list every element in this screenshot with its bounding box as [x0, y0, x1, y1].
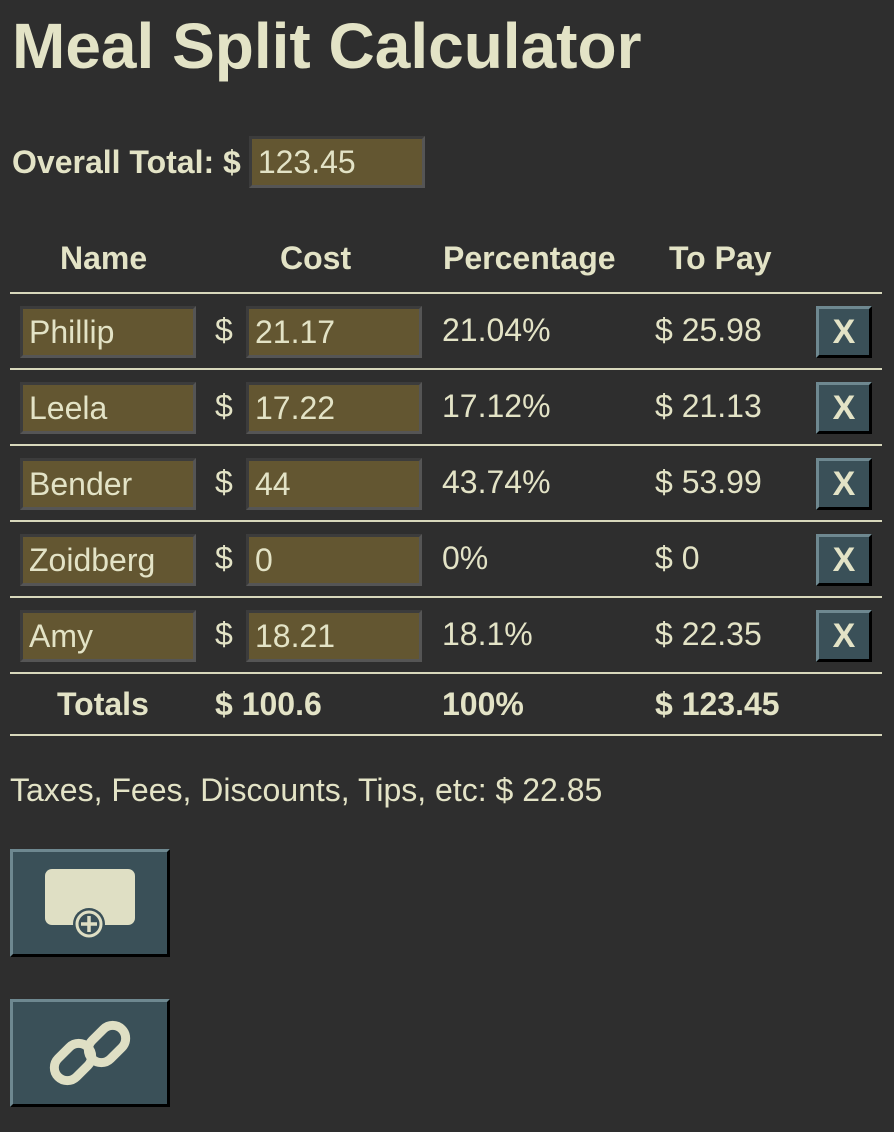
person-cost-input[interactable] [246, 382, 422, 434]
person-to-pay: $ 0 [655, 540, 700, 576]
person-to-pay: $ 25.98 [655, 312, 762, 348]
person-to-pay: $ 21.13 [655, 388, 762, 424]
totals-row: Totals $ 100.6 100% $ 123.45 [10, 674, 882, 736]
person-cost-input[interactable] [246, 458, 422, 510]
split-table: Name Cost Percentage To Pay $ 21.04% $ 2… [10, 230, 882, 736]
overall-total: Overall Total: $ [12, 136, 425, 188]
person-name-input[interactable] [20, 382, 196, 434]
person-to-pay: $ 22.35 [655, 616, 762, 652]
cost-currency: $ [215, 540, 233, 576]
extras-summary: Taxes, Fees, Discounts, Tips, etc: $ 22.… [10, 772, 603, 808]
table-header: Name Cost Percentage To Pay [10, 230, 882, 294]
table-row: $ 0% $ 0 X [10, 522, 882, 598]
overall-total-input[interactable] [248, 136, 425, 188]
person-name-input[interactable] [20, 534, 196, 586]
remove-person-button[interactable]: X [816, 458, 872, 510]
header-to-pay: To Pay [669, 240, 772, 276]
person-to-pay: $ 53.99 [655, 464, 762, 500]
overall-total-label: Overall Total: $ [12, 143, 241, 180]
totals-to-pay: $ 123.45 [655, 686, 780, 722]
share-link-button[interactable] [10, 999, 170, 1107]
add-person-button[interactable] [10, 849, 170, 957]
header-cost: Cost [280, 240, 352, 276]
header-name: Name [60, 240, 148, 276]
person-cost-input[interactable] [246, 306, 422, 358]
cost-currency: $ [215, 388, 233, 424]
link-icon [13, 1005, 167, 1101]
cost-currency: $ [215, 312, 233, 348]
person-name-input[interactable] [20, 306, 196, 358]
person-percentage: 43.74% [442, 464, 551, 500]
remove-person-button[interactable]: X [816, 306, 872, 358]
meal-split-page: Meal Split Calculator Overall Total: $ N… [0, 0, 894, 1132]
person-percentage: 17.12% [442, 388, 551, 424]
header-percentage: Percentage [443, 240, 616, 276]
remove-person-button[interactable]: X [816, 534, 872, 586]
person-cost-input[interactable] [246, 610, 422, 662]
remove-person-button[interactable]: X [816, 382, 872, 434]
person-percentage: 21.04% [442, 312, 551, 348]
add-person-icon [13, 863, 167, 943]
totals-label: Totals [57, 686, 149, 722]
person-cost-input[interactable] [246, 534, 422, 586]
person-percentage: 18.1% [442, 616, 533, 652]
person-percentage: 0% [442, 540, 489, 576]
remove-person-button[interactable]: X [816, 610, 872, 662]
table-row: $ 18.1% $ 22.35 X [10, 598, 882, 674]
cost-currency: $ [215, 616, 233, 652]
table-row: $ 17.12% $ 21.13 X [10, 370, 882, 446]
cost-currency: $ [215, 464, 233, 500]
page-title: Meal Split Calculator [12, 10, 642, 82]
table-row: $ 21.04% $ 25.98 X [10, 294, 882, 370]
table-row: $ 43.74% $ 53.99 X [10, 446, 882, 522]
person-name-input[interactable] [20, 458, 196, 510]
person-name-input[interactable] [20, 610, 196, 662]
totals-cost: $ 100.6 [215, 686, 322, 722]
totals-percentage: 100% [442, 686, 524, 722]
